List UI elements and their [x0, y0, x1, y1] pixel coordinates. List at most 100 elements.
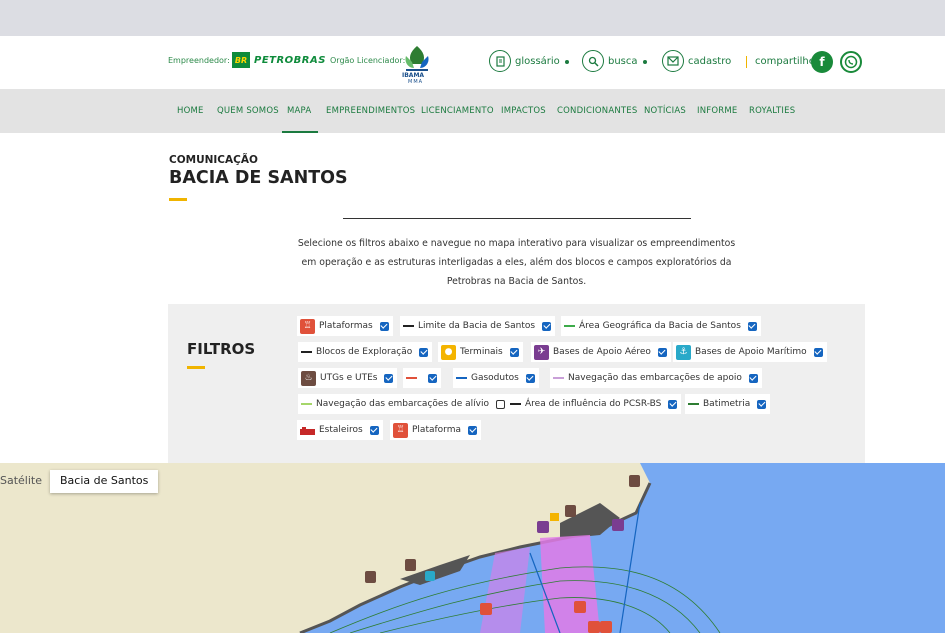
browser-top-bar	[0, 0, 945, 36]
petrobras-logo[interactable]: BR PETROBRAS	[232, 52, 326, 68]
nav-royalties[interactable]: ROYALTIES	[749, 106, 795, 116]
platform-icon: ♖	[393, 422, 408, 438]
terminal-marker-icon	[550, 513, 559, 521]
filter-limite-bacia[interactable]: Limite da Bacia de Santos	[400, 316, 556, 336]
filter-checkbox[interactable]	[369, 425, 379, 435]
filters-underline	[187, 366, 205, 369]
filter-checkbox[interactable]	[509, 347, 519, 357]
filter-utgs-utes[interactable]: ♨ UTGs e UTEs	[298, 368, 398, 388]
filter-blocos-exploracao[interactable]: Blocos de Exploração	[298, 342, 433, 362]
filter-label: Limite da Bacia de Santos	[418, 321, 536, 331]
intro-divider	[343, 218, 691, 219]
nav-noticias[interactable]: NOTÍCIAS	[644, 106, 686, 116]
nav-active-indicator	[282, 131, 318, 133]
cadastro-link[interactable]: cadastro	[662, 50, 731, 72]
whatsapp-icon[interactable]	[840, 51, 862, 73]
filter-gasodutos[interactable]: Gasodutos	[453, 368, 539, 388]
filters-title: FILTROS	[187, 340, 256, 358]
map-tab-bacia-de-santos[interactable]: Bacia de Santos	[50, 470, 159, 493]
line-icon	[564, 325, 575, 327]
filter-checkbox[interactable]	[419, 347, 429, 357]
filter-area-geografica[interactable]: Área Geográfica da Bacia de Santos	[561, 316, 761, 336]
filter-label: Gasodutos	[471, 373, 519, 383]
filter-label: Navegação das embarcações de alívio	[316, 399, 489, 409]
filter-label: Bases de Apoio Aéreo	[553, 347, 651, 357]
interactive-map[interactable]: Satélite Bacia de Santos	[0, 463, 945, 633]
filter-batimetria[interactable]: Batimetria	[685, 394, 771, 414]
filter-checkbox[interactable]	[657, 347, 667, 357]
air-base-icon: ✈	[534, 344, 549, 360]
page-title: BACIA DE SANTOS	[169, 168, 348, 188]
filter-navegacao-alivio[interactable]: Navegação das embarcações de alívio	[298, 394, 509, 414]
br-badge-icon: BR	[232, 52, 250, 68]
nav-empreendimentos[interactable]: EMPREENDIMENTOS	[326, 106, 415, 116]
map-layer-tabs: Satélite Bacia de Santos	[0, 470, 159, 493]
filter-checkbox[interactable]	[748, 373, 758, 383]
nav-condicionantes[interactable]: CONDICIONANTES	[557, 106, 637, 116]
filter-plataformas[interactable]: ♖ Plataformas	[297, 316, 393, 336]
line-icon	[406, 377, 417, 379]
navigation-route-area	[540, 535, 600, 633]
nav-home[interactable]: HOME	[177, 106, 204, 116]
utg-marker-icon	[629, 475, 640, 487]
platform-marker-icon	[480, 603, 492, 615]
site-header: Empreendedor: BR PETROBRAS Orgão Licenci…	[0, 36, 945, 89]
filter-label: Plataforma	[412, 425, 461, 435]
glossario-label: glossário	[515, 55, 560, 67]
filter-checkbox[interactable]	[495, 399, 505, 409]
filter-checkbox[interactable]	[384, 373, 394, 383]
facebook-icon[interactable]: f	[811, 51, 833, 73]
line-icon	[301, 351, 312, 353]
filter-terminais[interactable]: ● Terminais	[438, 342, 523, 362]
empreendedor-label: Empreendedor:	[168, 56, 230, 65]
filter-bases-apoio-maritimo[interactable]: ⚓ Bases de Apoio Marítimo	[673, 342, 827, 362]
nav-quem-somos[interactable]: QUEM SOMOS	[217, 106, 279, 116]
utg-icon: ♨	[301, 370, 316, 386]
busca-link[interactable]: busca	[582, 50, 638, 72]
filter-label: Estaleiros	[319, 425, 363, 435]
filter-label: Blocos de Exploração	[316, 347, 413, 357]
map-tab-satelite[interactable]: Satélite	[0, 470, 50, 493]
share-label: compartilhe	[755, 56, 815, 67]
filter-area-influencia[interactable]: Área de influência do PCSR-BS	[507, 394, 682, 414]
line-icon	[403, 325, 414, 327]
nav-impactos[interactable]: IMPACTOS	[501, 106, 546, 116]
filter-checkbox[interactable]	[757, 399, 767, 409]
platform-marker-icon	[588, 621, 600, 633]
line-icon	[456, 377, 467, 379]
filter-checkbox[interactable]	[428, 373, 437, 383]
filter-checkbox[interactable]	[542, 321, 552, 331]
utg-marker-icon	[365, 571, 376, 583]
sea-base-marker-icon	[425, 571, 435, 581]
filter-checkbox[interactable]	[379, 321, 389, 331]
filter-estaleiros[interactable]: Estaleiros	[297, 420, 383, 440]
filter-bases-apoio-aereo[interactable]: ✈ Bases de Apoio Aéreo	[531, 342, 671, 362]
filter-label: Área de influência do PCSR-BS	[525, 399, 662, 409]
filter-checkbox[interactable]	[813, 347, 823, 357]
platform-marker-icon	[600, 621, 612, 633]
busca-label: busca	[608, 55, 638, 67]
nav-informe[interactable]: INFORME	[697, 106, 737, 116]
ibama-logo-text: IBAMA	[402, 72, 425, 79]
air-base-marker-icon	[537, 521, 549, 533]
filter-label: Batimetria	[703, 399, 751, 409]
filter-checkbox[interactable]	[747, 321, 757, 331]
utg-marker-icon	[565, 505, 576, 517]
filter-checkbox[interactable]	[468, 425, 477, 435]
line-icon	[553, 377, 564, 379]
filter-plataforma[interactable]: ♖ Plataforma	[390, 420, 481, 440]
orgao-licenciador-label: Orgão Licenciador:	[330, 56, 406, 65]
filter-checkbox[interactable]	[668, 399, 678, 409]
filter-label: Bases de Apoio Marítimo	[695, 347, 807, 357]
filter-label: Plataformas	[319, 321, 373, 331]
filter-checkbox[interactable]	[525, 373, 535, 383]
nav-licenciamento[interactable]: LICENCIAMENTO	[421, 106, 494, 116]
glossario-link[interactable]: glossário	[489, 50, 560, 72]
title-underline	[169, 198, 187, 201]
header-separator-dot	[565, 60, 569, 64]
book-icon	[489, 50, 511, 72]
terminal-icon: ●	[441, 344, 456, 360]
filter-navegacao-apoio[interactable]: Navegação das embarcações de apoio	[550, 368, 762, 388]
filter-red-line[interactable]	[403, 368, 441, 388]
nav-mapa[interactable]: MAPA	[287, 106, 311, 116]
